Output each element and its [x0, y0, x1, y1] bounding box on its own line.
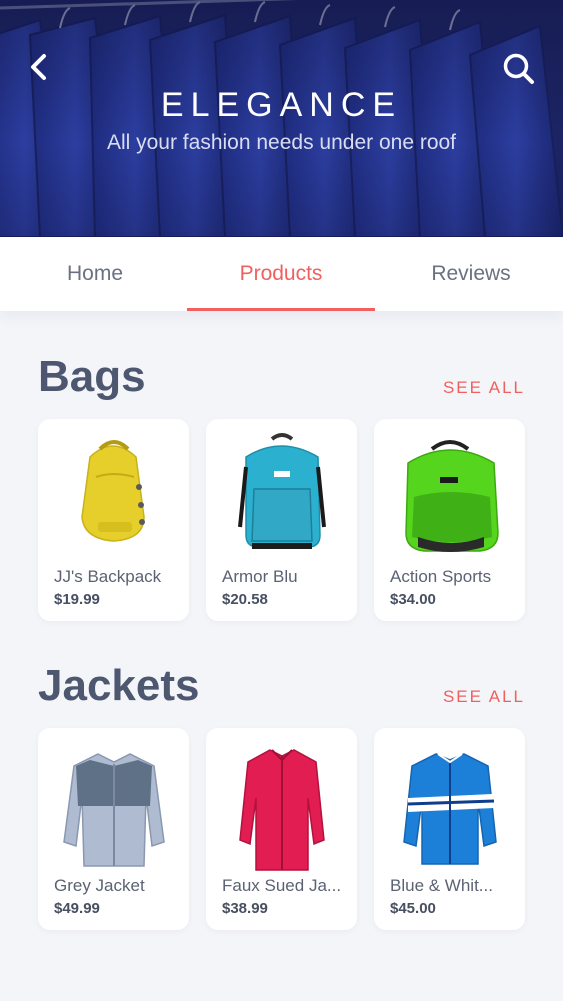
tab-home[interactable]: Home [20, 237, 170, 311]
see-all-jackets-link[interactable]: SEE ALL [443, 687, 525, 707]
hero-banner: ELEGANCE All your fashion needs under on… [0, 0, 563, 237]
product-price: $49.99 [54, 900, 100, 917]
search-icon[interactable] [500, 50, 538, 86]
brand-title: ELEGANCE [160, 86, 403, 124]
tab-reviews[interactable]: Reviews [396, 237, 546, 311]
product-price: $38.99 [222, 900, 268, 917]
tab-products[interactable]: Products [187, 237, 375, 311]
see-all-bags-link[interactable]: SEE ALL [443, 378, 525, 398]
blue-white-jacket-image [403, 753, 497, 865]
product-price: $34.00 [390, 591, 436, 608]
yellow-backpack-image [81, 440, 145, 542]
product-card[interactable]: JJ's Backpack $19.99 [38, 419, 189, 621]
product-card[interactable]: Action Sports $34.00 [374, 419, 525, 621]
product-card[interactable]: Grey Jacket $49.99 [38, 728, 189, 930]
pink-jacket-image [239, 749, 325, 871]
brand-tagline: All your fashion needs under one roof [106, 131, 457, 154]
product-name: Action Sports [390, 567, 492, 586]
section-title-jackets: Jackets [38, 661, 200, 710]
product-price: $19.99 [54, 591, 100, 608]
green-backpack-image [405, 440, 499, 552]
active-tab-indicator [187, 308, 375, 311]
product-card[interactable]: Faux Sued Ja... $38.99 [206, 728, 357, 930]
product-name: Blue & Whit... [390, 876, 493, 895]
chevron-left-icon[interactable] [24, 50, 56, 84]
grey-jacket-image [63, 753, 165, 867]
tab-bar: Home Products Reviews [0, 237, 563, 311]
product-name: Grey Jacket [54, 876, 145, 895]
product-price: $20.58 [222, 591, 268, 608]
product-name: Faux Sued Ja... [222, 876, 342, 895]
product-card[interactable]: Armor Blu $20.58 [206, 419, 357, 621]
product-name: Armor Blu [222, 567, 298, 586]
section-title-bags: Bags [38, 352, 146, 401]
product-name: JJ's Backpack [54, 567, 162, 586]
product-price: $45.00 [390, 900, 436, 917]
product-card[interactable]: Blue & Whit... $45.00 [374, 728, 525, 930]
blue-backpack-image [238, 433, 326, 549]
